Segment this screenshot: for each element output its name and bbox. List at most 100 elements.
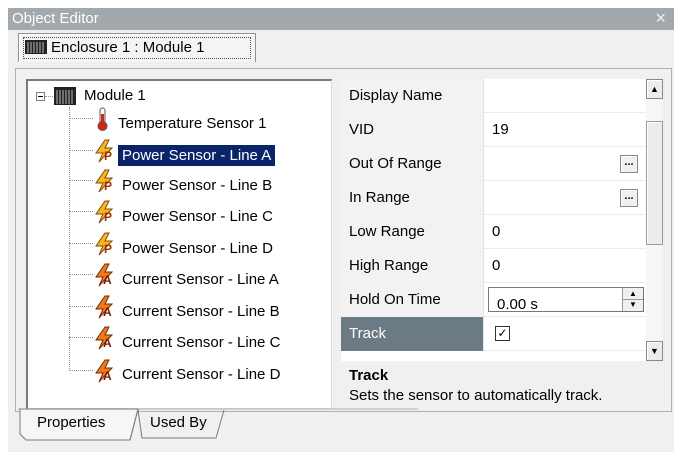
scroll-track[interactable] [646, 99, 663, 341]
property-name: VID [349, 121, 375, 138]
property-row-track[interactable]: Track ✓ [341, 317, 646, 351]
tab-label: Used By [150, 414, 207, 431]
tree-item-label: Power Sensor - Line A [118, 145, 276, 166]
thermometer-icon [95, 107, 109, 135]
property-row-low-range[interactable]: Low Range 0 [341, 215, 646, 249]
tree-connector [69, 180, 93, 181]
tree-item-label: Current Sensor - Line C [122, 334, 281, 351]
property-row-high-range[interactable]: High Range 0 [341, 249, 646, 283]
tree-item-label: Module 1 [84, 87, 146, 104]
collapse-toggle[interactable] [36, 92, 45, 101]
power-sensor-icon: P [92, 139, 116, 167]
property-value-cell[interactable] [484, 79, 646, 113]
property-value: 0 [492, 257, 501, 274]
svg-text:P: P [104, 179, 112, 193]
power-sensor-icon: P [92, 232, 116, 260]
property-value-cell[interactable]: ✓ [484, 317, 646, 351]
property-value-cell[interactable]: 0.00 s ▲ ▼ [484, 283, 646, 317]
property-value: 0 [492, 223, 501, 240]
tree-connector [69, 306, 93, 307]
property-value-cell[interactable]: 19 [484, 113, 646, 147]
property-row-hold-on-time[interactable]: Hold On Time 0.00 s ▲ ▼ [341, 283, 646, 317]
property-row-in-range[interactable]: In Range ... [341, 181, 646, 215]
content-frame: Module 1 Temperature Sensor 1 P Power Se… [15, 68, 672, 412]
property-name-cell: In Range [341, 181, 484, 215]
current-sensor-icon: A [92, 326, 116, 354]
ellipsis-button[interactable]: ... [620, 155, 638, 173]
tree-connector [69, 211, 93, 212]
tree-item-label: Power Sensor - Line B [122, 177, 273, 194]
property-name-cell: Track [341, 317, 484, 351]
object-editor-window: Object Editor × Enclosure 1 : Module 1 M… [8, 8, 674, 452]
document-tab-label: Enclosure 1 : Module 1 [51, 39, 205, 56]
window-title: Object Editor [12, 10, 99, 27]
property-value-cell[interactable]: ... [484, 147, 646, 181]
close-icon[interactable]: × [655, 8, 666, 29]
scroll-up-icon[interactable]: ▲ [646, 79, 663, 99]
tree-connector [45, 96, 53, 97]
property-grid[interactable]: Display Name VID 19 Out Of Range ... In … [341, 79, 656, 361]
track-checkbox[interactable]: ✓ [495, 326, 510, 341]
tab-used-by[interactable]: Used By [138, 408, 224, 438]
tree-connector [69, 107, 70, 371]
property-row-vid[interactable]: VID 19 [341, 113, 646, 147]
spinner-value: 0.00 s [497, 296, 538, 313]
svg-text:A: A [103, 273, 112, 287]
tree-connector [69, 370, 93, 371]
property-name-cell: Out Of Range [341, 147, 484, 181]
tree-item-label: Current Sensor - Line B [122, 303, 280, 320]
bottom-tab-strip: Properties Used By [18, 408, 418, 442]
power-sensor-icon: P [92, 169, 116, 197]
document-tab[interactable]: Enclosure 1 : Module 1 [18, 33, 256, 62]
title-bar: Object Editor × [8, 8, 674, 30]
property-row-display-name[interactable]: Display Name [341, 79, 646, 113]
svg-text:A: A [103, 336, 112, 350]
property-name-cell: Display Name [341, 79, 484, 113]
current-sensor-icon: A [92, 263, 116, 291]
tree-item-label: Power Sensor - Line D [122, 240, 273, 257]
tree-connector [69, 150, 93, 151]
property-name-cell: Hold On Time [341, 283, 484, 317]
property-row-out-of-range[interactable]: Out Of Range ... [341, 147, 646, 181]
property-name-cell: High Range [341, 249, 484, 283]
hold-on-time-spinner[interactable]: 0.00 s ▲ ▼ [488, 287, 644, 313]
svg-text:P: P [104, 149, 112, 163]
tree-item-label: Power Sensor - Line C [122, 208, 273, 225]
svg-text:P: P [104, 210, 112, 224]
property-value-cell[interactable]: 0 [484, 215, 646, 249]
scroll-down-icon[interactable]: ▼ [646, 341, 663, 361]
rack-module-icon [54, 87, 76, 109]
spin-down-icon[interactable]: ▼ [623, 299, 643, 310]
property-name: Out Of Range [349, 155, 442, 172]
property-name: Track [349, 325, 386, 342]
property-name: Hold On Time [349, 291, 441, 308]
tree-item-label: Current Sensor - Line A [122, 271, 279, 288]
scroll-thumb[interactable] [646, 121, 663, 245]
description-title: Track [349, 367, 389, 384]
property-name: Low Range [349, 223, 425, 240]
svg-text:A: A [103, 369, 112, 383]
current-sensor-icon: A [92, 295, 116, 323]
property-grid-scrollbar[interactable]: ▲ ▼ [646, 79, 663, 361]
property-value: 19 [492, 121, 509, 138]
property-value-cell[interactable]: ... [484, 181, 646, 215]
spin-buttons: ▲ ▼ [622, 288, 643, 311]
property-name: High Range [349, 257, 429, 274]
ellipsis-button[interactable]: ... [620, 189, 638, 207]
description-text: Sets the sensor to automatically track. [349, 387, 603, 404]
tree-connector [69, 337, 93, 338]
tab-label: Properties [37, 414, 106, 431]
property-name-cell: Low Range [341, 215, 484, 249]
tree-connector [69, 274, 93, 275]
svg-text:A: A [103, 305, 112, 319]
tab-properties[interactable]: Properties [20, 408, 134, 438]
object-tree[interactable]: Module 1 Temperature Sensor 1 P Power Se… [26, 79, 332, 409]
tree-connector [69, 243, 93, 244]
rack-module-icon [25, 40, 47, 58]
property-value-cell[interactable]: 0 [484, 249, 646, 283]
power-sensor-icon: P [92, 200, 116, 228]
property-name-cell: VID [341, 113, 484, 147]
tree-connector [69, 118, 93, 119]
property-name: Display Name [349, 87, 443, 104]
svg-text:P: P [104, 242, 112, 256]
